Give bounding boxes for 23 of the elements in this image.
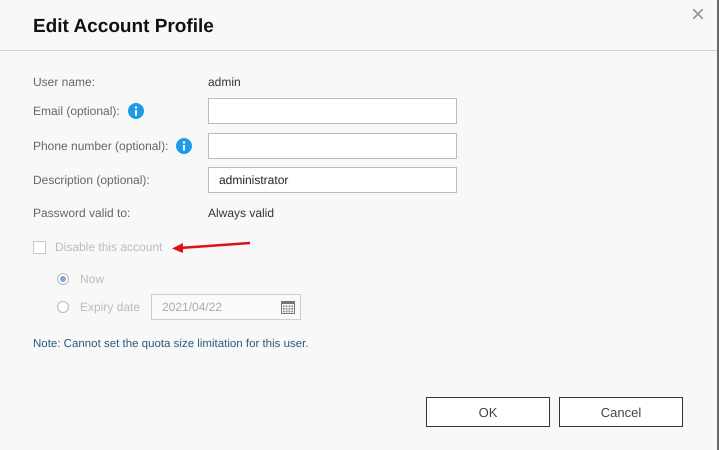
checkbox-label: Disable this account [55,240,162,254]
field-label: Email (optional): [33,104,120,118]
radio-button[interactable] [57,301,69,313]
ok-button[interactable]: OK [426,397,550,427]
radio-label: Expiry date [80,300,140,314]
dialog-title: Edit Account Profile [33,16,214,38]
field-label: Phone number (optional): [33,138,168,152]
input-field[interactable] [208,132,457,158]
date-value: 2021/04/22 [162,300,222,314]
field-value: admin [208,75,241,89]
info-icon[interactable] [176,138,192,154]
radio-button[interactable] [57,273,69,285]
note-text: Note: Cannot set the quota size limitation for this user. [33,338,309,350]
radio-label: Now [80,272,104,286]
field-label: Password valid to: [33,206,130,220]
field-label: User name: [33,75,96,89]
calendar-icon[interactable] [281,300,296,314]
field-value: Always valid [208,206,274,220]
input-field[interactable]: administrator [208,167,457,193]
field-label: Description (optional): [33,173,150,187]
cancel-button[interactable]: Cancel [559,397,683,427]
input-field[interactable] [208,98,457,124]
info-icon[interactable] [128,102,144,118]
